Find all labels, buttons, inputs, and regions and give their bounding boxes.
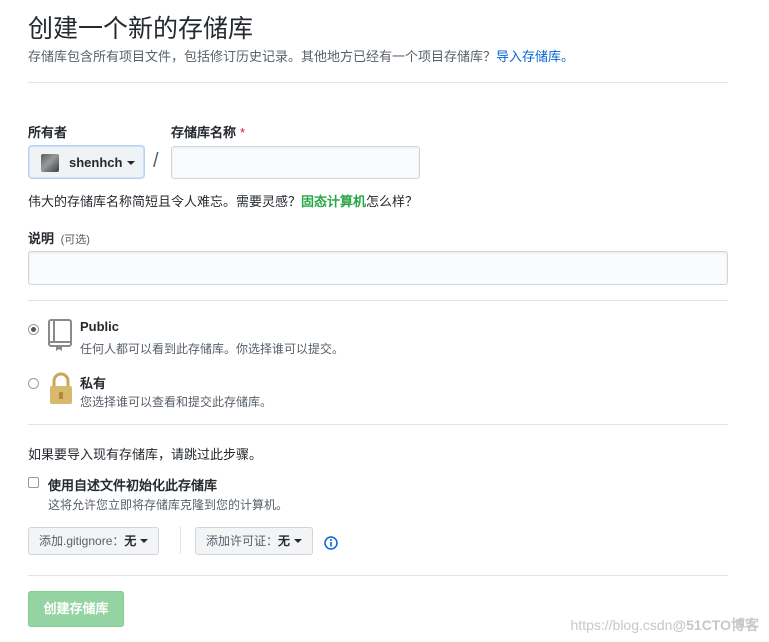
repo-name-label: 存储库名称 * bbox=[171, 122, 245, 141]
lock-icon bbox=[48, 372, 74, 411]
watermark-brand: @51CTO博客 bbox=[672, 617, 759, 633]
hint-suffix: 怎么样？ bbox=[366, 194, 419, 209]
readme-checkbox[interactable] bbox=[28, 477, 39, 488]
options-separator bbox=[180, 526, 181, 554]
divider bbox=[28, 575, 728, 576]
license-value: 无 bbox=[278, 534, 291, 548]
owner-label: 所有者 bbox=[28, 125, 68, 140]
license-select-button[interactable]: 添加许可证：无 bbox=[195, 527, 314, 555]
divider bbox=[28, 82, 728, 83]
import-repo-link[interactable]: 导入存储库。 bbox=[496, 49, 574, 64]
chevron-down-icon bbox=[127, 161, 135, 165]
page-title: 创建一个新的存储库 bbox=[28, 15, 254, 43]
skip-note: 如果要导入现有存储库，请跳过此步骤。 bbox=[28, 447, 263, 462]
chevron-down-icon bbox=[140, 539, 149, 543]
readme-description: 这将允许您立即将存储库克隆到您的计算机。 bbox=[48, 498, 289, 512]
repo-name-hint: 伟大的存储库名称简短且令人难忘。需要灵感？固态计算机怎么样？ bbox=[28, 191, 418, 210]
public-description: 任何人都可以看到此存储库。你选择谁可以提交。 bbox=[80, 342, 345, 356]
watermark-url: https://blog.csdn bbox=[570, 617, 673, 633]
description-label: 说明 (可选) bbox=[28, 228, 90, 247]
gitignore-select-button[interactable]: 添加.gitignore：无 bbox=[28, 527, 160, 555]
hint-prefix: 伟大的存储库名称简短且令人难忘。需要灵感？ bbox=[28, 194, 302, 209]
owner-repo-separator: / bbox=[153, 150, 159, 172]
private-radio[interactable] bbox=[28, 378, 39, 389]
owner-name: shenhch bbox=[69, 155, 123, 170]
license-label: 添加许可证： bbox=[206, 534, 279, 548]
private-description: 您选择谁可以查看和提交此存储库。 bbox=[80, 395, 273, 409]
gitignore-label: 添加.gitignore： bbox=[39, 534, 125, 548]
divider bbox=[28, 424, 728, 425]
repo-name-input[interactable] bbox=[171, 146, 420, 179]
public-radio[interactable] bbox=[28, 324, 39, 335]
chevron-down-icon bbox=[294, 539, 303, 543]
required-mark: * bbox=[240, 125, 246, 140]
description-input[interactable] bbox=[28, 251, 728, 285]
subtitle-text: 存储库包含所有项目文件，包括修订历史记录。其他地方已经有一个项目存储库？ bbox=[28, 49, 497, 64]
watermark: https://blog.csdn@51CTO博客 bbox=[571, 615, 759, 635]
gitignore-value: 无 bbox=[124, 534, 137, 548]
public-title: Public bbox=[80, 319, 120, 334]
owner-select-button[interactable]: shenhch bbox=[28, 145, 145, 179]
avatar bbox=[41, 154, 59, 172]
info-icon[interactable] bbox=[324, 536, 338, 555]
optional-note: (可选) bbox=[60, 234, 90, 246]
readme-label[interactable]: 使用自述文件初始化此存储库 bbox=[48, 475, 217, 494]
name-suggestion-link[interactable]: 固态计算机 bbox=[301, 194, 366, 209]
private-title: 私有 bbox=[80, 376, 107, 391]
repo-book-icon bbox=[46, 318, 74, 357]
divider bbox=[28, 300, 728, 301]
create-repository-button[interactable]: 创建存储库 bbox=[28, 591, 124, 627]
page-subtitle: 存储库包含所有项目文件，包括修订历史记录。其他地方已经有一个项目存储库？导入存储… bbox=[28, 46, 574, 65]
description-label-text: 说明 bbox=[28, 231, 55, 246]
repo-name-label-text: 存储库名称 bbox=[171, 125, 237, 140]
